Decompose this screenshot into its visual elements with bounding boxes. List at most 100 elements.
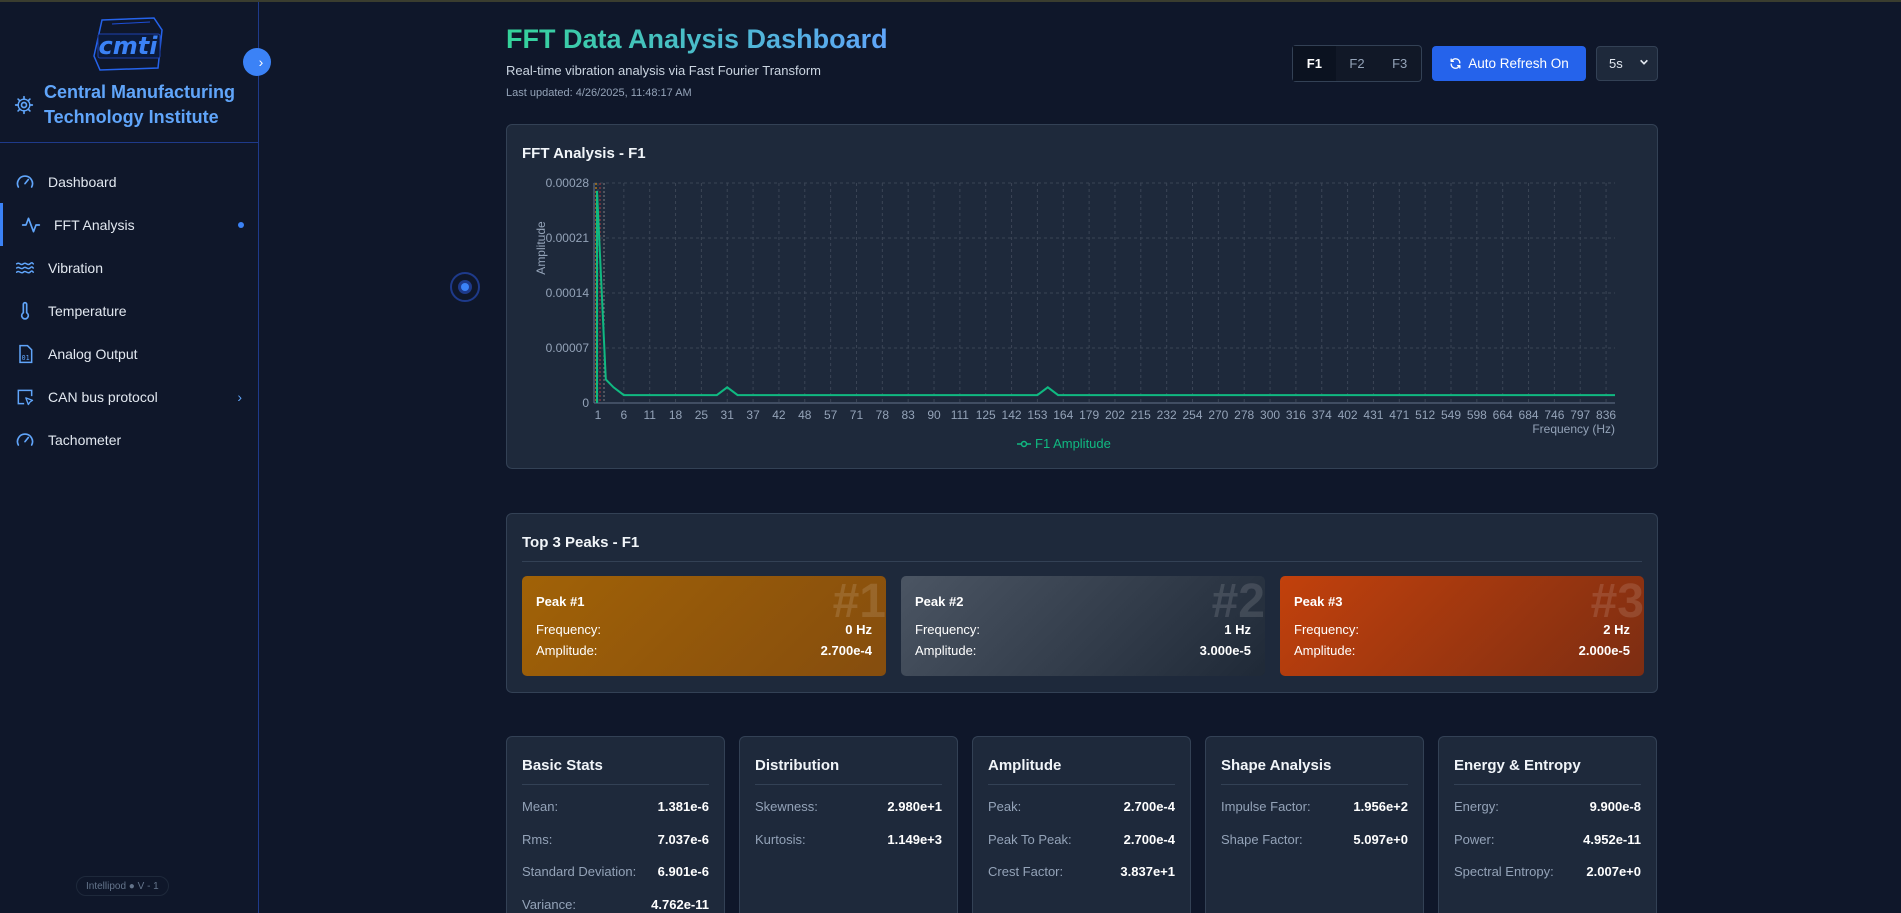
stat-label: Standard Deviation: — [522, 864, 637, 879]
shape-analysis-card: Shape Analysis Impulse Factor: 1.956e+2 S… — [1205, 736, 1424, 913]
fft-chart-card: FFT Analysis - F1 0 0.00007 0.00014 0.00021… — [506, 124, 1658, 469]
x-tick-label: 598 — [1467, 408, 1487, 422]
stat-value: 9.900e-8 — [1589, 799, 1641, 814]
stat-card-title: Basic Stats — [522, 757, 603, 774]
auto-refresh-label: Auto Refresh On — [1468, 56, 1569, 71]
x-tick-label: 11 — [643, 408, 656, 422]
sidebar-item-analog-output[interactable]: 01 Analog Output — [0, 332, 258, 375]
peak-title: Peak #2 — [915, 594, 964, 609]
sidebar-item-fft-analysis[interactable]: FFT Analysis — [0, 203, 258, 246]
tab-f3[interactable]: F3 — [1378, 46, 1421, 81]
x-tick-label: 179 — [1079, 408, 1099, 422]
stat-label: Crest Factor: — [988, 864, 1064, 879]
amplitude-card: Amplitude Peak: 2.700e-4 Peak To Peak: 2.7… — [972, 736, 1191, 913]
stat-label: Peak: — [988, 799, 1022, 814]
divider — [1221, 784, 1408, 785]
version-badge: Intellipod ● V - 1 — [76, 876, 169, 896]
file-binary-icon: 01 — [14, 343, 36, 365]
x-tick-label: 512 — [1415, 408, 1435, 422]
stat-label: Skewness: — [755, 799, 818, 814]
stat-row: Standard Deviation: 6.901e-6 — [522, 864, 709, 879]
sidebar: cmti › Central Manufacturing Technology … — [0, 2, 271, 913]
peak-frequency-row: Frequency: 2 Hz — [1294, 622, 1630, 637]
active-indicator — [238, 222, 244, 228]
legend-label: F1 Amplitude — [1035, 436, 1111, 451]
tab-f1[interactable]: F1 — [1293, 46, 1336, 81]
sidebar-collapse-button[interactable]: › — [243, 48, 271, 76]
x-tick-label: 125 — [976, 408, 996, 422]
stat-row: Peak: 2.700e-4 — [988, 799, 1175, 814]
stat-row: Skewness: 2.980e+1 — [755, 799, 942, 814]
divider — [522, 784, 709, 785]
stat-label: Rms: — [522, 832, 553, 847]
fft-chart[interactable]: 0 0.00007 0.00014 0.00021 0.00028 1 6 11 18 25 31 3… — [507, 125, 1659, 470]
peak-frequency-value: 0 Hz — [845, 622, 872, 637]
x-tick-label: 549 — [1441, 408, 1461, 422]
sidebar-item-vibration[interactable]: Vibration — [0, 246, 258, 289]
stat-row: Rms: 7.037e-6 — [522, 832, 709, 847]
legend-marker — [1020, 440, 1028, 448]
y-tick-label: 0.00021 — [546, 231, 590, 245]
peak-title: Peak #1 — [536, 594, 585, 609]
stat-label: Impulse Factor: — [1221, 799, 1311, 814]
auto-refresh-button[interactable]: Auto Refresh On — [1432, 46, 1586, 81]
stat-row: Kurtosis: 1.149e+3 — [755, 832, 942, 847]
stat-label: Kurtosis: — [755, 832, 806, 847]
stat-value: 2.700e-4 — [1123, 799, 1175, 814]
x-tick-label: 664 — [1493, 408, 1513, 422]
x-tick-label: 316 — [1286, 408, 1306, 422]
stat-label: Peak To Peak: — [988, 832, 1072, 847]
peak-amplitude-row: Amplitude: 2.000e-5 — [1294, 643, 1630, 658]
divider — [522, 561, 1642, 562]
file-tabs: F1 F2 F3 — [1292, 45, 1422, 82]
peak-amplitude-value: 3.000e-5 — [1199, 643, 1251, 658]
stat-row: Peak To Peak: 2.700e-4 — [988, 832, 1175, 847]
x-tick-label: 232 — [1157, 408, 1177, 422]
x-tick-label: 374 — [1312, 408, 1332, 422]
peak-amplitude-label: Amplitude: — [1294, 643, 1356, 658]
x-tick-label: 684 — [1519, 408, 1539, 422]
sidebar-item-tachometer[interactable]: Tachometer — [0, 418, 258, 461]
sidebar-divider — [0, 142, 258, 143]
divider — [988, 784, 1175, 785]
tab-f2[interactable]: F2 — [1336, 46, 1379, 81]
sidebar-item-dashboard[interactable]: Dashboard — [0, 160, 258, 203]
last-updated: Last updated: 4/26/2025, 11:48:17 AM — [506, 87, 692, 99]
stat-card-title: Distribution — [755, 757, 840, 774]
stat-row: Impulse Factor: 1.956e+2 — [1221, 799, 1408, 814]
x-tick-label: 6 — [621, 408, 628, 422]
cmti-logo: cmti — [90, 16, 166, 72]
refresh-interval-select[interactable]: 5s — [1596, 46, 1658, 81]
distribution-card: Distribution Skewness: 2.980e+1 Kurtosis:… — [739, 736, 958, 913]
x-tick-label: 37 — [746, 408, 760, 422]
x-axis-label: Frequency (Hz) — [1532, 422, 1615, 436]
x-tick-label: 142 — [1002, 408, 1022, 422]
peak-frequency-row: Frequency: 0 Hz — [536, 622, 872, 637]
logo-text: cmti — [99, 32, 159, 60]
stat-value: 4.762e-11 — [651, 897, 709, 912]
peak-amplitude-value: 2.700e-4 — [820, 643, 872, 658]
gear-icon — [14, 95, 34, 115]
sidebar-nav: Dashboard FFT Analysis Vibration Tempera… — [0, 160, 258, 461]
stat-card-title: Energy & Entropy — [1454, 757, 1581, 774]
x-tick-label: 402 — [1338, 408, 1358, 422]
x-tick-label: 153 — [1027, 408, 1047, 422]
stat-label: Variance: — [522, 897, 576, 912]
gauge-icon — [14, 429, 36, 451]
peak-card-1: #1 Peak #1 Frequency: 0 Hz Amplitude: 2.70… — [522, 576, 886, 676]
x-tick-label: 111 — [951, 408, 970, 422]
sidebar-item-can-bus-protocol[interactable]: CAN bus protocol › — [0, 375, 258, 418]
sidebar-item-label: CAN bus protocol — [48, 388, 158, 405]
sidebar-item-temperature[interactable]: Temperature — [0, 289, 258, 332]
chevron-right-icon: › — [237, 388, 242, 405]
peak-amplitude-row: Amplitude: 3.000e-5 — [915, 643, 1251, 658]
peak-frequency-label: Frequency: — [915, 622, 981, 637]
stat-row: Spectral Entropy: 2.007e+0 — [1454, 864, 1641, 879]
loading-indicator — [450, 272, 480, 302]
sidebar-item-label: Temperature — [48, 302, 127, 319]
stat-label: Power: — [1454, 832, 1495, 847]
sidebar-item-label: Analog Output — [48, 345, 138, 362]
activity-icon — [20, 214, 42, 236]
x-tick-label: 300 — [1260, 408, 1280, 422]
x-tick-label: 164 — [1053, 408, 1073, 422]
